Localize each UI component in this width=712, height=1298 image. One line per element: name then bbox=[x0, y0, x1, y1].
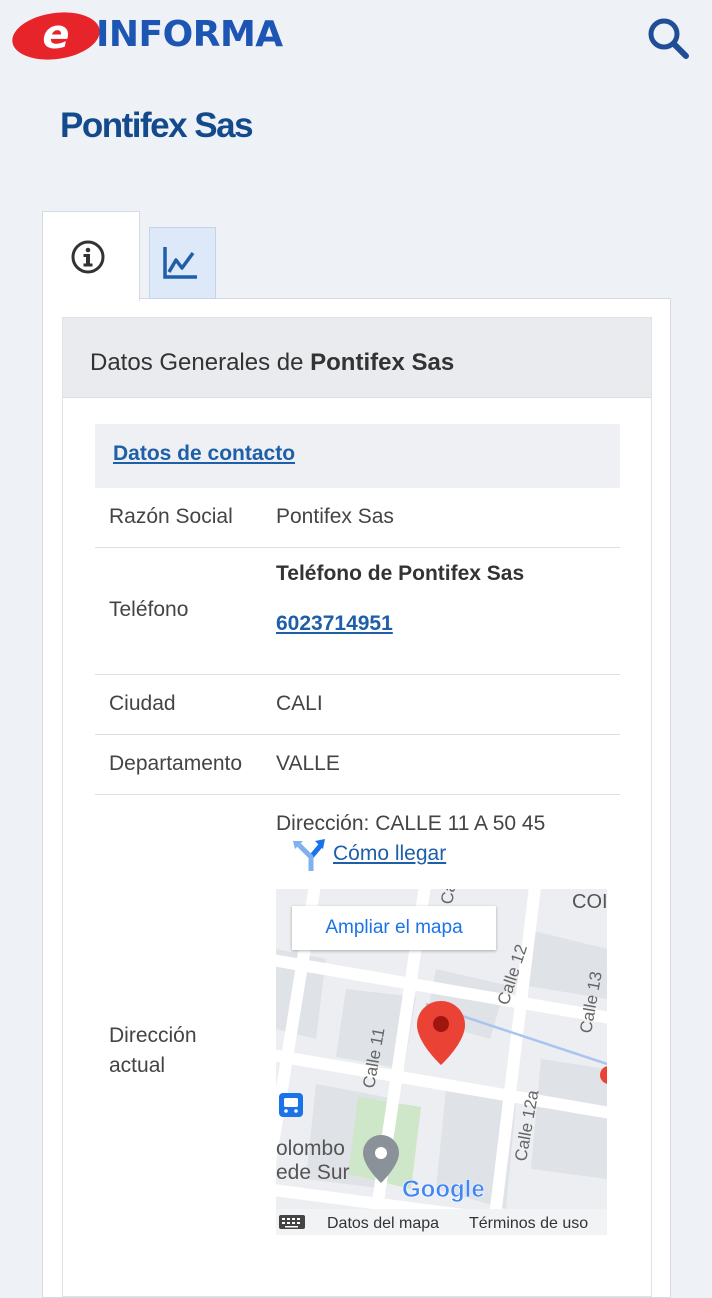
keyboard-icon[interactable] bbox=[279, 1215, 305, 1229]
page-title: Pontifex Sas bbox=[60, 106, 254, 145]
como-llegar-link[interactable]: Cómo llegar bbox=[333, 842, 446, 866]
embedded-map[interactable]: Calle 11 Calle 12 Calle 12a Calle 13 Cal… bbox=[276, 889, 607, 1235]
telefono-link[interactable]: 6023714951 bbox=[276, 612, 393, 636]
tab-chart[interactable] bbox=[149, 227, 216, 299]
row-divider bbox=[95, 547, 620, 548]
tab-info[interactable] bbox=[42, 211, 140, 301]
card-title: Datos Generales de Pontifex Sas bbox=[90, 349, 454, 377]
directions-icon bbox=[291, 837, 327, 873]
general-data-card: Datos Generales de Pontifex Sas Datos de… bbox=[62, 317, 652, 1297]
razon-social-label: Razón Social bbox=[109, 505, 233, 528]
card-header: Datos Generales de Pontifex Sas bbox=[63, 318, 651, 398]
telefono-heading: Teléfono de Pontifex Sas bbox=[276, 562, 525, 585]
map-data-link[interactable]: Datos del mapa bbox=[327, 1215, 439, 1232]
direccion-label-line2: actual bbox=[109, 1054, 166, 1077]
einforma-logo[interactable]: e INFORMA bbox=[10, 8, 283, 62]
departamento-value: VALLE bbox=[276, 752, 340, 775]
search-button[interactable] bbox=[644, 14, 694, 64]
top-bar: e INFORMA bbox=[0, 0, 712, 80]
departamento-label: Departamento bbox=[109, 752, 243, 775]
razon-social-value: Pontifex Sas bbox=[276, 505, 394, 528]
contact-data-link[interactable]: Datos de contacto bbox=[113, 442, 295, 466]
info-circle-icon bbox=[71, 240, 105, 274]
place-label-line2: ede Sur bbox=[276, 1161, 350, 1184]
terms-link[interactable]: Términos de uso bbox=[469, 1215, 588, 1232]
row-divider bbox=[95, 794, 620, 795]
search-icon bbox=[648, 18, 689, 59]
logo-e-letter: e bbox=[42, 12, 69, 58]
ciudad-label: Ciudad bbox=[109, 692, 176, 715]
line-chart-icon bbox=[163, 247, 197, 279]
direccion-value: Dirección: CALLE 11 A 50 45 bbox=[276, 812, 546, 835]
contact-section-header: Datos de contacto bbox=[95, 424, 620, 488]
bus-stop-icon bbox=[279, 1093, 303, 1117]
row-divider bbox=[95, 734, 620, 735]
direccion-label-line1: Dirección bbox=[109, 1024, 197, 1047]
logo-e-mark: e bbox=[12, 12, 100, 60]
enlarge-map-button[interactable]: Ampliar el mapa bbox=[292, 906, 496, 950]
telefono-label: Teléfono bbox=[109, 598, 189, 621]
card-title-prefix: Datos Generales de bbox=[90, 349, 311, 376]
google-logo: Google bbox=[402, 1176, 485, 1203]
logo-text: INFORMA bbox=[96, 14, 283, 55]
ciudad-value: CALI bbox=[276, 692, 323, 715]
card-title-company: Pontifex Sas bbox=[310, 349, 455, 376]
place-label-line1: olombo bbox=[276, 1137, 345, 1160]
row-divider bbox=[95, 674, 620, 675]
map-corner-label: COI bbox=[572, 891, 607, 913]
